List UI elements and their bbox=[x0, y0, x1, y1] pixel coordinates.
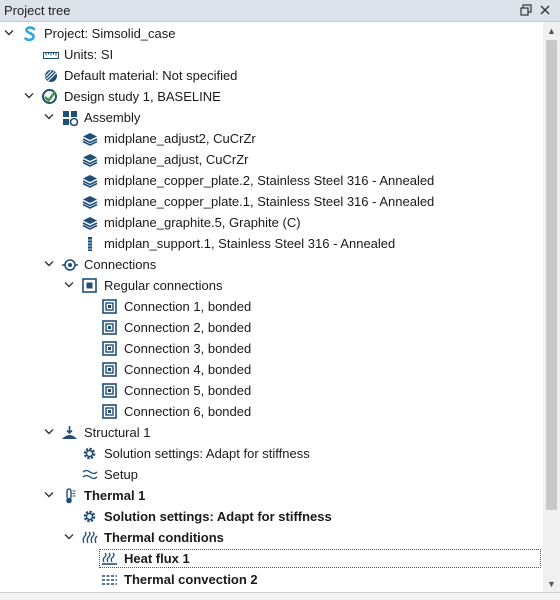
tree-item-default-material[interactable]: Default material: Not specified bbox=[0, 65, 543, 86]
tree-item-structural[interactable]: Structural 1 bbox=[0, 422, 543, 443]
tree-item-part[interactable]: midplane_copper_plate.2, Stainless Steel… bbox=[0, 170, 543, 191]
tree-item-thermal-solution-settings[interactable]: Solution settings: Adapt for stiffness bbox=[0, 506, 543, 527]
tree-label: Connection 6, bonded bbox=[124, 404, 252, 419]
tree-item-thermal[interactable]: Thermal 1 bbox=[0, 485, 543, 506]
tree-item-thermal-convection[interactable]: Thermal convection 2 bbox=[0, 569, 543, 590]
bolt-part-icon bbox=[81, 235, 98, 252]
tree-item-structural-solution-settings[interactable]: Solution settings: Adapt for stiffness bbox=[0, 443, 543, 464]
close-icon[interactable] bbox=[537, 2, 553, 18]
connection-icon bbox=[101, 361, 118, 378]
tree-item-assembly[interactable]: Assembly bbox=[0, 107, 543, 128]
tree-label: midplane_copper_plate.2, Stainless Steel… bbox=[104, 173, 435, 188]
tree-label: Units: SI bbox=[64, 47, 114, 62]
tree-label: midplane_adjust2, CuCrZr bbox=[104, 131, 256, 146]
scrollbar-thumb[interactable] bbox=[546, 40, 557, 510]
tree-item-connections[interactable]: Connections bbox=[0, 254, 543, 275]
tree-label: Thermal convection 2 bbox=[124, 572, 258, 587]
tree-label: Assembly bbox=[84, 110, 141, 125]
chevron-down-icon[interactable] bbox=[42, 424, 56, 440]
connection-icon bbox=[101, 298, 118, 315]
project-tree: Project: Simsolid_case Units: SI Default… bbox=[0, 22, 543, 592]
tree-label: Connection 5, bonded bbox=[124, 383, 252, 398]
tree-label: midplane_adjust, CuCrZr bbox=[104, 152, 249, 167]
tree-item-heat-flux[interactable]: Heat flux 1 bbox=[0, 548, 543, 569]
tree-item-project[interactable]: Project: Simsolid_case bbox=[0, 23, 543, 44]
chevron-down-icon[interactable] bbox=[42, 487, 56, 503]
tree-label: Setup bbox=[104, 467, 138, 482]
tree-label: Thermal conditions bbox=[104, 530, 224, 545]
tree-label: midplan_support.1, Stainless Steel 316 -… bbox=[104, 236, 396, 251]
tree-item-part[interactable]: midplane_graphite.5, Graphite (C) bbox=[0, 212, 543, 233]
tree-item-thermal-conditions[interactable]: Thermal conditions bbox=[0, 527, 543, 548]
regular-connections-icon bbox=[81, 277, 98, 294]
tree-item-units[interactable]: Units: SI bbox=[0, 44, 543, 65]
scroll-down-icon[interactable]: ▼ bbox=[543, 575, 560, 592]
restore-icon[interactable] bbox=[518, 2, 534, 18]
chevron-down-icon[interactable] bbox=[62, 529, 76, 545]
setup-waves-icon bbox=[81, 466, 98, 483]
chevron-down-icon[interactable] bbox=[42, 109, 56, 125]
tree-item-connection[interactable]: Connection 5, bonded bbox=[0, 380, 543, 401]
assembly-icon bbox=[61, 109, 78, 126]
tree-item-design-study[interactable]: Design study 1, BASELINE bbox=[0, 86, 543, 107]
tree-item-connection[interactable]: Connection 6, bonded bbox=[0, 401, 543, 422]
tree-item-part[interactable]: midplane_copper_plate.1, Stainless Steel… bbox=[0, 191, 543, 212]
tree-label: Connection 1, bonded bbox=[124, 299, 252, 314]
vertical-scrollbar[interactable]: ▲ ▼ bbox=[543, 22, 560, 592]
panel-title: Project tree bbox=[4, 3, 71, 18]
tree-label: Solution settings: Adapt for stiffness bbox=[104, 509, 332, 524]
tree-label: Design study 1, BASELINE bbox=[64, 89, 221, 104]
chevron-down-icon[interactable] bbox=[62, 277, 76, 293]
heat-flux-icon bbox=[101, 550, 118, 567]
tree-item-connection[interactable]: Connection 1, bonded bbox=[0, 296, 543, 317]
design-study-icon bbox=[41, 88, 58, 105]
tree-label: Project: Simsolid_case bbox=[44, 26, 176, 41]
gear-icon bbox=[81, 445, 98, 462]
part-icon bbox=[81, 214, 98, 231]
tree-item-part[interactable]: midplane_adjust, CuCrZr bbox=[0, 149, 543, 170]
gear-icon bbox=[81, 508, 98, 525]
tree-label: Structural 1 bbox=[84, 425, 151, 440]
part-icon bbox=[81, 151, 98, 168]
tree-label: Thermal 1 bbox=[84, 488, 146, 503]
tree-item-connection[interactable]: Connection 3, bonded bbox=[0, 338, 543, 359]
connection-icon bbox=[101, 319, 118, 336]
tree-label: Connection 3, bonded bbox=[124, 341, 252, 356]
tree-label: midplane_graphite.5, Graphite (C) bbox=[104, 215, 301, 230]
tree-item-structural-setup[interactable]: Setup bbox=[0, 464, 543, 485]
thermometer-icon bbox=[61, 487, 78, 504]
scroll-up-icon[interactable]: ▲ bbox=[543, 22, 560, 39]
tree-label: Heat flux 1 bbox=[124, 551, 190, 566]
ruler-icon bbox=[42, 46, 59, 63]
tree-item-connection[interactable]: Connection 4, bonded bbox=[0, 359, 543, 380]
part-icon bbox=[81, 193, 98, 210]
tree-label: Default material: Not specified bbox=[64, 68, 238, 83]
tree-item-connection[interactable]: Connection 2, bonded bbox=[0, 317, 543, 338]
tree-label: Regular connections bbox=[104, 278, 223, 293]
tree-label: Connection 4, bonded bbox=[124, 362, 252, 377]
part-icon bbox=[81, 172, 98, 189]
material-icon bbox=[42, 67, 59, 84]
part-icon bbox=[81, 130, 98, 147]
connection-icon bbox=[101, 403, 118, 420]
chevron-down-icon[interactable] bbox=[42, 256, 56, 272]
convection-icon bbox=[101, 571, 118, 588]
tree-item-part[interactable]: midplane_adjust2, CuCrZr bbox=[0, 128, 543, 149]
connection-icon bbox=[101, 340, 118, 357]
structural-analysis-icon bbox=[61, 424, 78, 441]
simsolid-logo-icon bbox=[21, 25, 38, 42]
chevron-down-icon[interactable] bbox=[22, 88, 36, 104]
thermal-conditions-icon bbox=[81, 529, 98, 546]
tree-item-regular-connections[interactable]: Regular connections bbox=[0, 275, 543, 296]
panel-header: Project tree bbox=[0, 0, 560, 22]
panel-bottom-border bbox=[0, 592, 560, 600]
connection-icon bbox=[101, 382, 118, 399]
tree-label: Connection 2, bonded bbox=[124, 320, 252, 335]
tree-label: midplane_copper_plate.1, Stainless Steel… bbox=[104, 194, 435, 209]
connections-icon bbox=[61, 256, 78, 273]
tree-label: Solution settings: Adapt for stiffness bbox=[104, 446, 310, 461]
tree-label: Connections bbox=[84, 257, 157, 272]
tree-item-part[interactable]: midplan_support.1, Stainless Steel 316 -… bbox=[0, 233, 543, 254]
chevron-down-icon[interactable] bbox=[2, 25, 16, 41]
